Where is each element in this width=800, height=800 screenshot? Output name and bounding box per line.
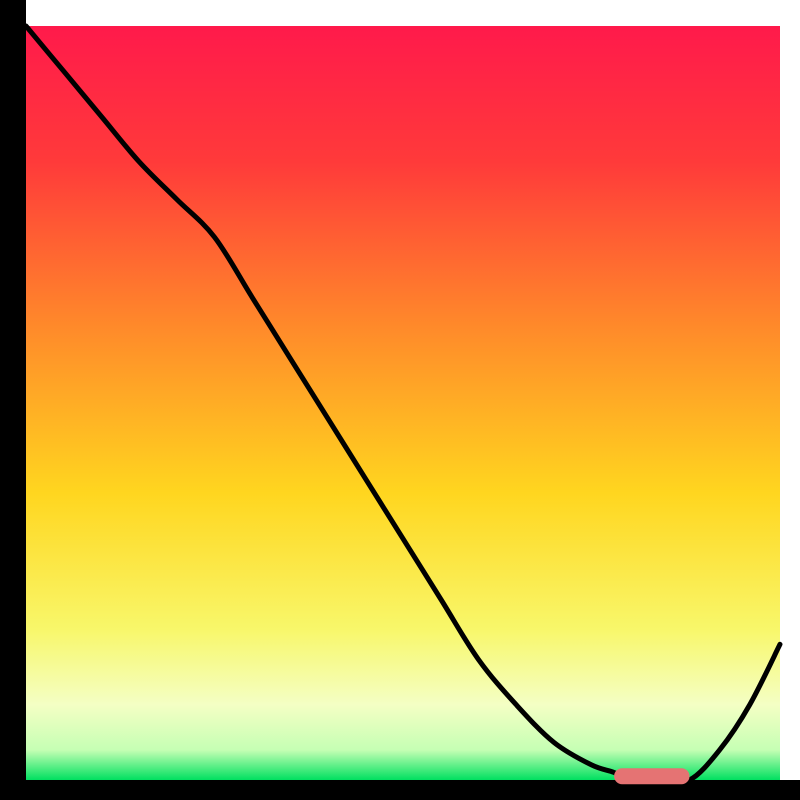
optimal-marker bbox=[614, 768, 689, 784]
frame-top-mask bbox=[26, 0, 800, 26]
frame-right-mask bbox=[780, 0, 800, 800]
bottleneck-chart bbox=[0, 0, 800, 800]
y-axis-bar bbox=[0, 0, 26, 800]
gradient-background-2 bbox=[26, 26, 780, 780]
chart-container: TheBottleneck.com bbox=[0, 0, 800, 800]
